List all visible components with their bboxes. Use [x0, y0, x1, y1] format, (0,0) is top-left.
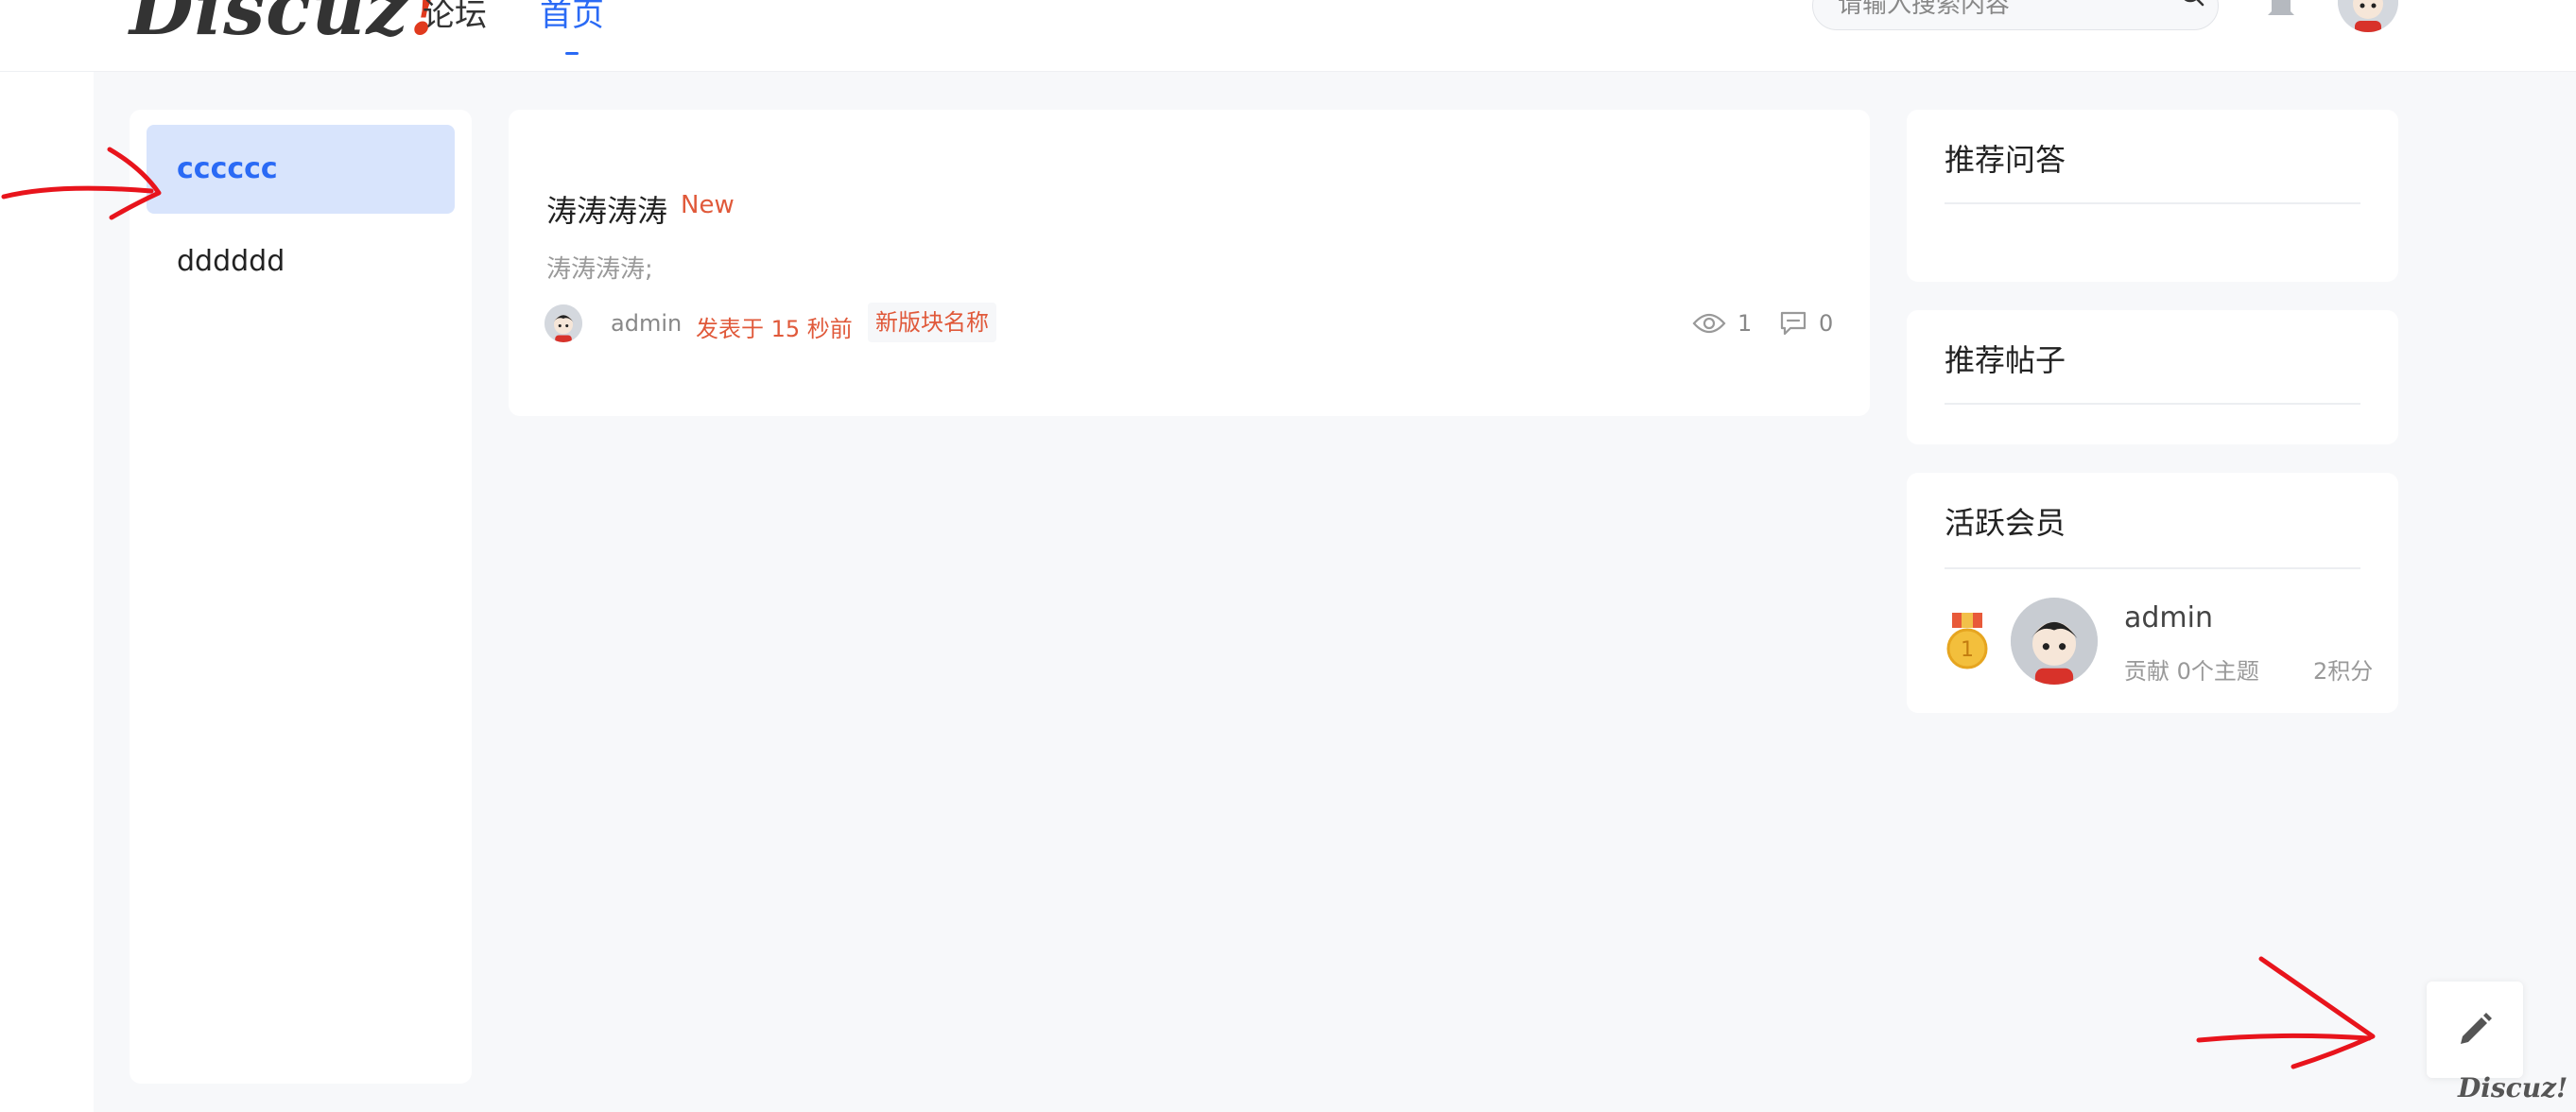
nav-active-indicator [565, 52, 579, 55]
nav-forum[interactable]: 论坛 [423, 0, 487, 35]
eye-icon [1692, 313, 1726, 334]
post-title[interactable]: 涛涛涛涛 [546, 187, 667, 231]
widget-recommended-posts: 推荐帖子 [1907, 310, 2398, 444]
gold-medal-icon: 1 [1946, 613, 1988, 669]
view-count: 1 [1738, 310, 1753, 337]
watermark: Discuz! [2458, 1072, 2568, 1103]
annotation-arrow-right [2196, 956, 2376, 1069]
bell-icon[interactable] [2265, 0, 2297, 23]
search-icon[interactable] [2178, 0, 2206, 10]
post-board-tag[interactable]: 新版块名称 [868, 303, 996, 342]
medal-rank: 1 [1961, 638, 1974, 662]
avatar-face-icon [545, 304, 582, 342]
widget-title: 推荐问答 [1945, 142, 2066, 178]
widget-title: 活跃会员 [1945, 505, 2066, 541]
discuz-logo[interactable]: Discuz! [130, 0, 442, 52]
member-points: 2积分 [2313, 658, 2374, 685]
post-time: 发表于 15 秒前 [696, 316, 853, 342]
search-input[interactable] [1838, 0, 2150, 22]
post-author[interactable]: admin [611, 310, 682, 337]
user-avatar[interactable] [2338, 0, 2398, 32]
widget-divider [1945, 202, 2360, 204]
nav-home[interactable]: 首页 [540, 0, 604, 35]
comment-count: 0 [1819, 310, 1834, 337]
logo-text: Discuz [130, 0, 409, 52]
author-avatar[interactable] [545, 304, 582, 342]
new-badge: New [681, 191, 735, 219]
avatar-face-icon [2338, 0, 2398, 32]
widget-recommended-qa: 推荐问答 [1907, 110, 2398, 282]
search-box [1812, 0, 2219, 30]
sidebar-item-cccccc[interactable]: cccccc [147, 125, 455, 214]
annotation-arrow-left [1, 147, 162, 220]
post-card[interactable]: 涛涛涛涛 New 涛涛涛涛; admin 发表于 15 秒前 新版块名称 1 0 [509, 110, 1870, 416]
widget-active-members: 活跃会员 1 admin 贡献 0个主题 2积分 [1907, 473, 2398, 713]
comment-icon [1780, 311, 1807, 336]
pencil-icon [2461, 1013, 2492, 1044]
member-avatar[interactable] [2011, 598, 2098, 685]
avatar-face-icon [2011, 598, 2098, 685]
member-name[interactable]: admin [2124, 601, 2213, 634]
member-contribution: 贡献 0个主题 [2124, 658, 2259, 685]
page: Discuz! 论坛 首页 cccccc [0, 0, 2576, 1112]
top-header: Discuz! 论坛 首页 [0, 0, 2576, 72]
new-post-button[interactable] [2427, 982, 2523, 1078]
post-excerpt: 涛涛涛涛; [546, 255, 653, 284]
widget-divider [1945, 567, 2360, 569]
board-sidebar: cccccc dddddd [130, 110, 472, 1084]
widget-title: 推荐帖子 [1945, 342, 2066, 378]
sidebar-item-dddddd[interactable]: dddddd [147, 217, 455, 306]
widget-divider [1945, 403, 2360, 405]
